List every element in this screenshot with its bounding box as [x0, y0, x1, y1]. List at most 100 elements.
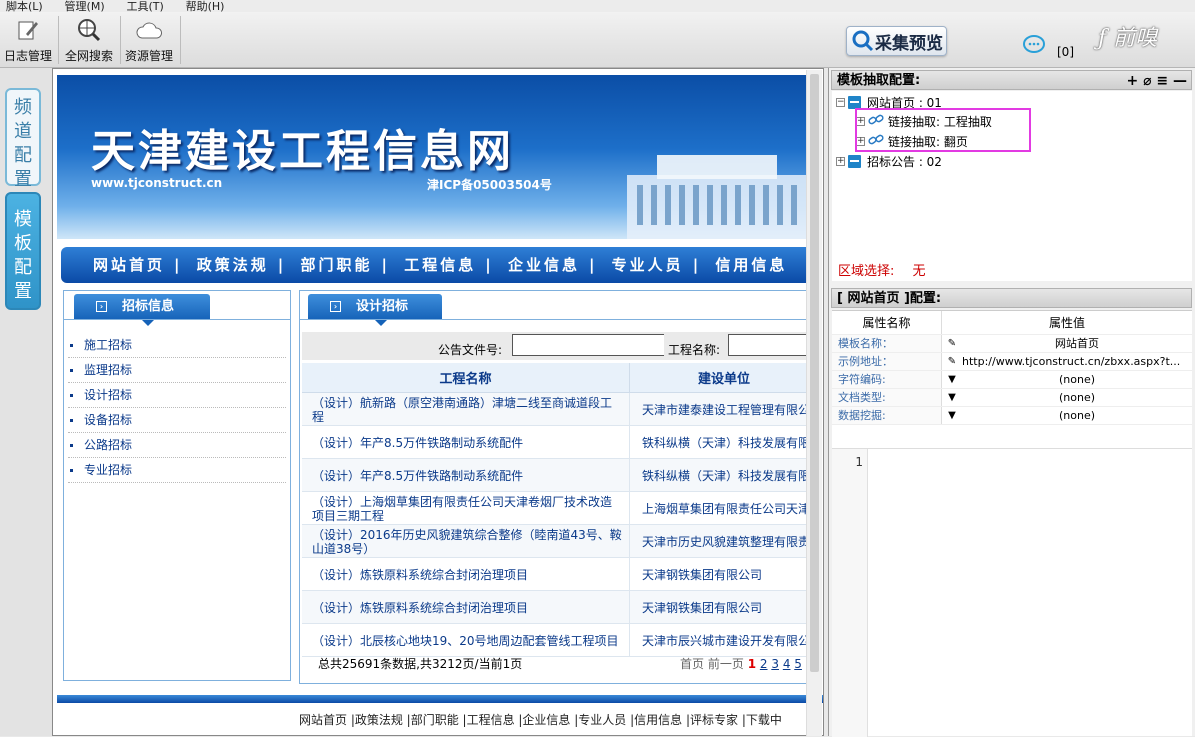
cell-builder[interactable]: 上海烟草集团有限责任公司天津卷烟厂 — [630, 492, 818, 524]
pager-first[interactable]: 首页 — [680, 657, 704, 671]
menu-help[interactable]: 帮助(H) — [186, 0, 225, 12]
table-row[interactable]: （设计）北辰核心地块19、20号地周边配套管线工程项目 天津市辰兴城市建设开发有限… — [302, 624, 818, 657]
chat-bubble-icon[interactable] — [1022, 34, 1046, 59]
prop-name: 示例地址： — [832, 353, 942, 370]
nav-credit[interactable]: 信用信息 — [715, 256, 787, 274]
site-title: 天津建设工程信息网 — [91, 126, 514, 177]
magnifier-icon — [852, 30, 874, 52]
cell-builder[interactable]: 铁科纵横（天津）科技发展有限公司 — [630, 459, 818, 491]
property-row[interactable]: 模板名称： ✎ 网站首页 — [832, 335, 1192, 353]
dropdown-arrow-icon[interactable]: ▼ — [942, 407, 962, 424]
bidding-table: 工程名称 建设单位 （设计）航新路（原空港南通路）津塘二线至商诚道段工程 天津市建… — [302, 363, 818, 657]
prop-header-value: 属性值 — [1048, 316, 1085, 330]
prop-header-name: 属性名称 — [832, 311, 942, 334]
col-project-name: 工程名称 — [302, 363, 630, 392]
scrollbar-thumb[interactable] — [810, 74, 819, 672]
bidding-info-panel: › 招标信息 施工招标 监理招标 设计招标 设备招标 公路招标 专业招标 — [63, 290, 291, 681]
cell-builder[interactable]: 天津市辰兴城市建设开发有限公司 — [630, 624, 818, 656]
list-item[interactable]: 监理招标 — [68, 358, 286, 383]
table-row[interactable]: （设计）上海烟草集团有限责任公司天津卷烟厂技术改造项目三期工程 上海烟草集团有限责… — [302, 492, 818, 525]
cell-builder[interactable]: 铁科纵横（天津）科技发展有限公司 — [630, 426, 818, 458]
pencil-icon[interactable]: ✎ — [942, 353, 962, 370]
list-item[interactable]: 设计招标 — [68, 383, 286, 408]
pager-current: 1 — [747, 657, 757, 671]
preview-scrollbar[interactable] — [806, 70, 822, 736]
property-grid: 属性名称 属性值 模板名称： ✎ 网站首页 示例地址： ✎ http://www.tjc… — [832, 310, 1192, 462]
cell-builder[interactable]: 天津市建泰建设工程管理有限公司 — [630, 393, 818, 425]
project-name-label: 工程名称: — [668, 343, 721, 357]
table-row[interactable]: （设计）2016年历史风貌建筑综合整修（睦南道43号、鞍山道38号） 天津市历史风… — [302, 525, 818, 558]
pager-page[interactable]: 3 — [771, 657, 779, 671]
prop-value[interactable]: (none) — [962, 407, 1192, 424]
list-item[interactable]: 公路招标 — [68, 433, 286, 458]
cell-project[interactable]: （设计）炼铁原料系统综合封闭治理项目 — [302, 558, 630, 590]
cell-project[interactable]: （设计）航新路（原空港南通路）津塘二线至商诚道段工程 — [302, 393, 630, 425]
table-row[interactable]: （设计）航新路（原空港南通路）津塘二线至商诚道段工程 天津市建泰建设工程管理有限公… — [302, 393, 818, 426]
code-editor[interactable]: 1 — [832, 448, 1192, 737]
table-row[interactable]: （设计）炼铁原料系统综合封闭治理项目 天津钢铁集团有限公司 — [302, 591, 818, 624]
table-row[interactable]: （设计）年产8.5万件铁路制动系统配件 铁科纵横（天津）科技发展有限公司 — [302, 459, 818, 492]
cell-project[interactable]: （设计）炼铁原料系统综合封闭治理项目 — [302, 591, 630, 623]
doc-number-input[interactable] — [512, 334, 664, 356]
region-value: 无 — [912, 264, 926, 279]
cell-builder[interactable]: 天津市历史风貌建筑整理有限责任公司 — [630, 525, 818, 557]
cell-project[interactable]: （设计）年产8.5万件铁路制动系统配件 — [302, 426, 630, 458]
property-row[interactable]: 文档类型: ▼ (none) — [832, 389, 1192, 407]
property-row[interactable]: 示例地址： ✎ http://www.tjconstruct.cn/zbxx.asp… — [832, 353, 1192, 371]
expand-icon[interactable]: + — [836, 156, 845, 166]
footer-nav[interactable]: 网站首页 |政策法规 |部门职能 |工程信息 |企业信息 |专业人员 |信用信息… — [299, 711, 782, 728]
collapse-icon[interactable]: − — [836, 97, 845, 107]
web-search-button[interactable]: 全网搜索 — [62, 14, 116, 66]
globe-search-icon — [76, 17, 102, 43]
table-row[interactable]: （设计）年产8.5万件铁路制动系统配件 铁科纵横（天津）科技发展有限公司 — [302, 426, 818, 459]
pager-page[interactable]: 2 — [760, 657, 768, 671]
template-node-icon — [848, 154, 861, 168]
menu-tools[interactable]: 工具(T) — [126, 0, 163, 12]
prop-value[interactable]: http://www.tjconstruct.cn/zbxx.aspx?t... — [962, 353, 1192, 370]
nav-home[interactable]: 网站首页 — [93, 256, 165, 274]
nav-professionals[interactable]: 专业人员 — [612, 256, 684, 274]
pencil-icon[interactable]: ✎ — [942, 335, 962, 352]
cell-project[interactable]: （设计）年产8.5万件铁路制动系统配件 — [302, 459, 630, 491]
property-row[interactable]: 字符编码: ▼ (none) — [832, 371, 1192, 389]
prop-value[interactable]: (none) — [962, 389, 1192, 406]
menu-manage[interactable]: 管理(M) — [65, 0, 105, 12]
nav-projects[interactable]: 工程信息 — [404, 256, 476, 274]
pager-page[interactable]: 4 — [783, 657, 791, 671]
dropdown-arrow-icon[interactable]: ▼ — [942, 371, 962, 388]
cell-project[interactable]: （设计）北辰核心地块19、20号地周边配套管线工程项目 — [302, 624, 630, 656]
pager-page[interactable]: 5 — [794, 657, 802, 671]
nav-companies[interactable]: 企业信息 — [508, 256, 580, 274]
nav-policy[interactable]: 政策法规 — [197, 256, 269, 274]
list-item[interactable]: 施工招标 — [68, 333, 286, 358]
table-row[interactable]: （设计）炼铁原料系统综合封闭治理项目 天津钢铁集团有限公司 — [302, 558, 818, 591]
tab-template-config[interactable]: 模板配置 — [5, 192, 41, 310]
collect-preview-button[interactable]: 采集预览 — [846, 26, 947, 56]
doc-number-label: 公告文件号: — [438, 343, 503, 357]
tab-marker-icon: › — [96, 301, 107, 312]
prop-value[interactable]: 网站首页 — [962, 335, 1192, 352]
prop-name: 模板名称： — [832, 335, 942, 352]
tree-toolbar-icons[interactable]: + ⌀ ≡ — — [1126, 71, 1187, 91]
cell-project[interactable]: （设计）2016年历史风貌建筑综合整修（睦南道43号、鞍山道38号） — [302, 525, 630, 557]
cell-builder[interactable]: 天津钢铁集团有限公司 — [630, 558, 818, 590]
nav-departments[interactable]: 部门职能 — [300, 256, 372, 274]
tree-node-label: 招标公告 : 02 — [867, 154, 942, 169]
list-item[interactable]: 设备招标 — [68, 408, 286, 433]
project-name-input[interactable] — [728, 334, 818, 356]
log-manage-button[interactable]: 日志管理 — [2, 14, 54, 66]
menu-script[interactable]: 脚本(L) — [6, 0, 43, 12]
prop-value[interactable]: (none) — [962, 371, 1192, 388]
prop-name: 数据挖掘: — [832, 407, 942, 424]
template-tree: − 网站首页 : 01 + 链接抽取: 工程抽取 + 链接抽取: 翻页 + 招标… — [832, 91, 1192, 263]
toolbar: 日志管理 全网搜索 资源管理 采集预览 [0] ƒ 前嗅 — [0, 12, 1195, 68]
dropdown-arrow-icon[interactable]: ▼ — [942, 389, 962, 406]
tree-node-bid-notice[interactable]: + 招标公告 : 02 — [836, 152, 942, 170]
cell-project[interactable]: （设计）上海烟草集团有限责任公司天津卷烟厂技术改造项目三期工程 — [302, 492, 630, 524]
list-item[interactable]: 专业招标 — [68, 458, 286, 483]
tab-channel-config[interactable]: 频道配置 — [5, 88, 41, 190]
resource-manage-button[interactable]: 资源管理 — [122, 14, 176, 66]
property-row[interactable]: 数据挖掘: ▼ (none) — [832, 407, 1192, 425]
pager-prev[interactable]: 前一页 — [708, 657, 744, 671]
cell-builder[interactable]: 天津钢铁集团有限公司 — [630, 591, 818, 623]
